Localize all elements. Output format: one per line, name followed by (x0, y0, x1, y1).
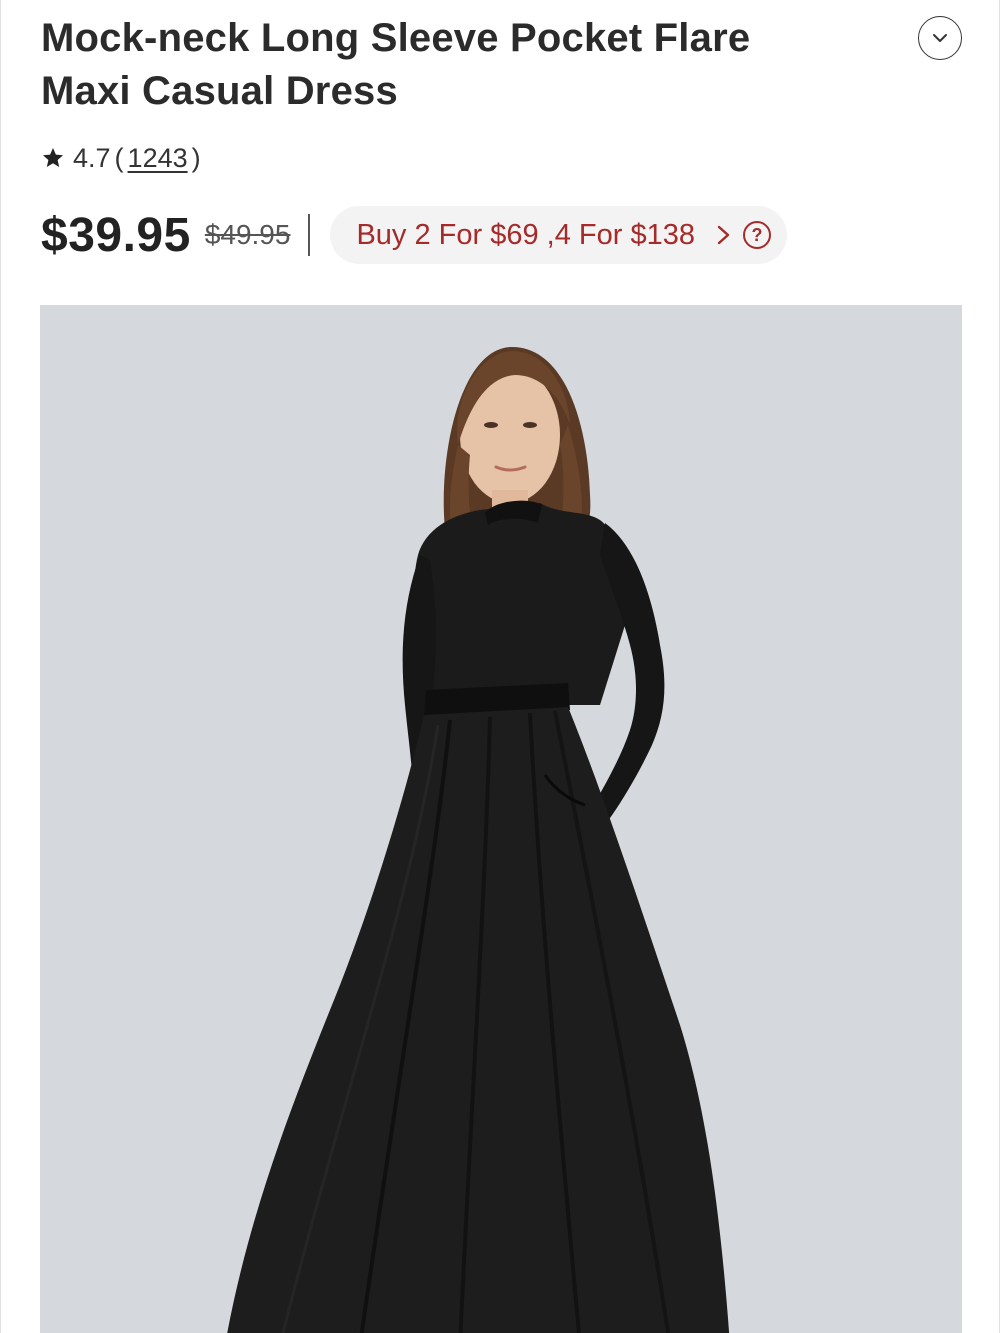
promo-button[interactable]: Buy 2 For $69 ,4 For $138 ? (330, 206, 787, 264)
product-title: Mock-neck Long Sleeve Pocket Flare Maxi … (41, 16, 751, 113)
rating-value: 4.7 (73, 142, 111, 173)
collapse-button[interactable] (918, 16, 962, 60)
price-divider (308, 214, 311, 256)
star-icon (43, 148, 63, 167)
product-detail-page: Mock-neck Long Sleeve Pocket Flare Maxi … (0, 0, 1000, 1333)
review-count-link[interactable]: 1243 (128, 143, 188, 174)
question-circle-icon[interactable]: ? (742, 221, 771, 249)
chevron-right-icon (717, 225, 730, 245)
product-rating: 4.7 ( 1243 ) (41, 138, 205, 178)
current-price: $39.95 (41, 208, 191, 262)
original-price: $49.95 (204, 219, 291, 250)
chevron-down-icon (933, 34, 947, 42)
dress-model-illustration (40, 305, 962, 1333)
product-image[interactable] (40, 305, 962, 1333)
paren-open: ( (114, 142, 124, 173)
paren-close: ) (191, 142, 201, 173)
promo-label: Buy 2 For $69 ,4 For $138 (356, 218, 695, 251)
price-row: $39.95 $49.95 Buy 2 For $69 ,4 For $138 … (41, 204, 787, 266)
